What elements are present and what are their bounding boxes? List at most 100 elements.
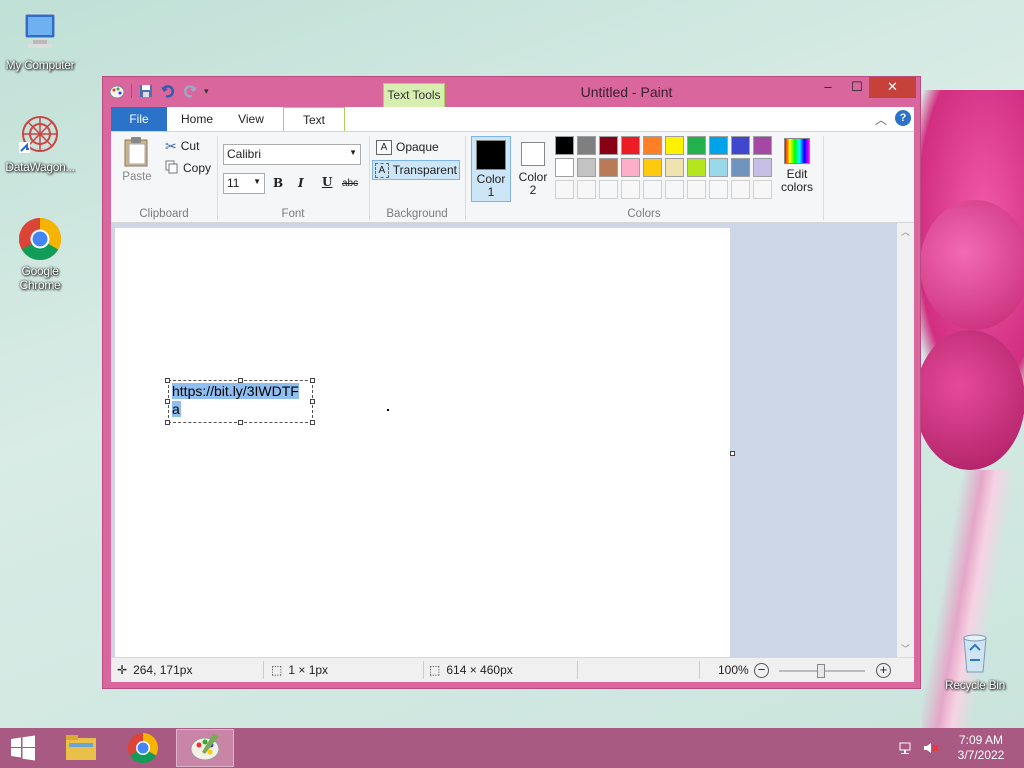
- resize-handle[interactable]: [165, 378, 170, 383]
- clock[interactable]: 7:09 AM 3/7/2022: [952, 733, 1010, 763]
- status-separator: [577, 661, 578, 679]
- drawing-canvas[interactable]: https://bit.ly/3IWDTF a: [115, 228, 730, 657]
- tab-text[interactable]: Text: [283, 107, 345, 132]
- tab-view[interactable]: View: [229, 107, 273, 131]
- palette-custom-swatch[interactable]: [731, 180, 750, 199]
- paste-icon: [124, 137, 148, 167]
- zoom-level: 100%: [718, 663, 749, 677]
- color1-swatch: [476, 140, 506, 170]
- resize-handle[interactable]: [238, 378, 243, 383]
- font-size-select[interactable]: 11 ▼: [223, 173, 265, 194]
- help-icon[interactable]: ?: [895, 110, 911, 126]
- minimize-ribbon-icon[interactable]: ︿: [875, 111, 887, 128]
- taskbar-paint[interactable]: [176, 729, 234, 767]
- scroll-down-icon[interactable]: ﹀: [897, 642, 914, 655]
- resize-handle[interactable]: [310, 378, 315, 383]
- color1-button[interactable]: Color 1: [471, 136, 511, 202]
- recycle-bin-icon: [952, 630, 998, 676]
- palette-color-swatch[interactable]: [687, 136, 706, 155]
- color2-button[interactable]: Color 2: [515, 136, 551, 202]
- bold-button[interactable]: B: [273, 176, 283, 190]
- font-family-value: Calibri: [227, 147, 262, 161]
- canvas-resize-handle[interactable]: [730, 451, 735, 456]
- tab-file[interactable]: File: [111, 107, 167, 131]
- palette-custom-swatch[interactable]: [687, 180, 706, 199]
- desktop-icon-google-chrome[interactable]: Google Chrome: [0, 216, 80, 292]
- palette-color-swatch[interactable]: [555, 158, 574, 177]
- zoom-out-button[interactable]: −: [754, 663, 769, 678]
- paste-label: Paste: [122, 171, 152, 183]
- scroll-up-icon[interactable]: ︿: [897, 225, 914, 238]
- copy-button[interactable]: Copy: [165, 160, 211, 176]
- edit-colors-label-2: colors: [780, 180, 813, 194]
- volume-muted-icon[interactable]: [922, 740, 940, 756]
- paste-button[interactable]: Paste: [117, 136, 157, 188]
- selection-size-value: 1 × 1px: [288, 663, 329, 677]
- palette-color-swatch[interactable]: [577, 136, 596, 155]
- vertical-scrollbar[interactable]: ︿ ﹀: [897, 223, 914, 657]
- palette-color-swatch[interactable]: [731, 136, 750, 155]
- opaque-button[interactable]: A Opaque: [374, 138, 441, 156]
- transparent-button[interactable]: A Transparent: [372, 160, 460, 180]
- palette-color-swatch[interactable]: [753, 158, 772, 177]
- palette-color-swatch[interactable]: [665, 158, 684, 177]
- strikethrough-button[interactable]: abc: [342, 178, 358, 189]
- image-size-icon: ⬚: [429, 663, 441, 677]
- palette-color-swatch[interactable]: [753, 136, 772, 155]
- palette-color-swatch[interactable]: [665, 136, 684, 155]
- palette-color-swatch[interactable]: [621, 158, 640, 177]
- palette-color-swatch[interactable]: [621, 136, 640, 155]
- zoom-in-button[interactable]: +: [876, 663, 891, 678]
- resize-handle[interactable]: [238, 420, 243, 425]
- palette-custom-swatch[interactable]: [599, 180, 618, 199]
- palette-color-swatch[interactable]: [577, 158, 596, 177]
- palette-color-swatch[interactable]: [709, 158, 728, 177]
- palette-color-swatch[interactable]: [555, 136, 574, 155]
- resize-handle[interactable]: [165, 399, 170, 404]
- palette-custom-swatch[interactable]: [643, 180, 662, 199]
- palette-color-swatch[interactable]: [709, 136, 728, 155]
- palette-color-swatch[interactable]: [599, 136, 618, 155]
- close-button[interactable]: ✕: [869, 77, 916, 98]
- resize-handle[interactable]: [165, 420, 170, 425]
- text-box[interactable]: https://bit.ly/3IWDTF a: [168, 380, 313, 423]
- minimize-button[interactable]: –: [813, 77, 843, 98]
- desktop-icon-my-computer[interactable]: My Computer: [0, 10, 80, 72]
- clock-time: 7:09 AM: [958, 733, 1004, 747]
- palette-custom-swatch[interactable]: [577, 180, 596, 199]
- tab-home[interactable]: Home: [173, 107, 221, 131]
- palette-color-swatch[interactable]: [731, 158, 750, 177]
- zoom-slider-thumb[interactable]: [817, 664, 825, 678]
- wallpaper-flower: [920, 200, 1024, 330]
- cursor-position-value: 264, 171px: [133, 663, 193, 677]
- palette-custom-swatch[interactable]: [621, 180, 640, 199]
- start-button[interactable]: [8, 734, 40, 762]
- palette-custom-swatch[interactable]: [665, 180, 684, 199]
- title-bar[interactable]: ▾ Untitled - Paint – ☐ ✕: [103, 77, 920, 107]
- desktop-icon-label: DataWagon...: [5, 160, 75, 174]
- italic-button[interactable]: I: [298, 176, 304, 190]
- resize-handle[interactable]: [310, 420, 315, 425]
- palette-color-swatch[interactable]: [643, 158, 662, 177]
- font-family-select[interactable]: Calibri ▼: [223, 144, 361, 165]
- palette-custom-swatch[interactable]: [753, 180, 772, 199]
- resize-handle[interactable]: [310, 399, 315, 404]
- palette-custom-swatch[interactable]: [709, 180, 728, 199]
- palette-color-swatch[interactable]: [687, 158, 706, 177]
- desktop-icon-datawagon[interactable]: DataWagon...: [0, 112, 80, 174]
- taskbar-file-explorer[interactable]: [54, 729, 108, 767]
- palette-custom-swatch[interactable]: [555, 180, 574, 199]
- network-icon[interactable]: [898, 740, 914, 756]
- palette-color-swatch[interactable]: [643, 136, 662, 155]
- status-separator: [423, 661, 424, 679]
- palette-color-swatch[interactable]: [599, 158, 618, 177]
- transparent-label: Transparent: [392, 163, 457, 177]
- underline-button[interactable]: U: [322, 175, 332, 189]
- zoom-slider[interactable]: [779, 664, 865, 678]
- paint-window: ▾ Untitled - Paint – ☐ ✕ Text Tools File…: [102, 76, 921, 689]
- edit-colors-button[interactable]: Edit colors: [777, 138, 817, 200]
- desktop-icon-recycle-bin[interactable]: Recycle Bin: [935, 630, 1015, 692]
- cut-button[interactable]: ✂ Cut: [165, 138, 199, 154]
- maximize-button[interactable]: ☐: [842, 77, 872, 98]
- taskbar-chrome[interactable]: [116, 729, 170, 767]
